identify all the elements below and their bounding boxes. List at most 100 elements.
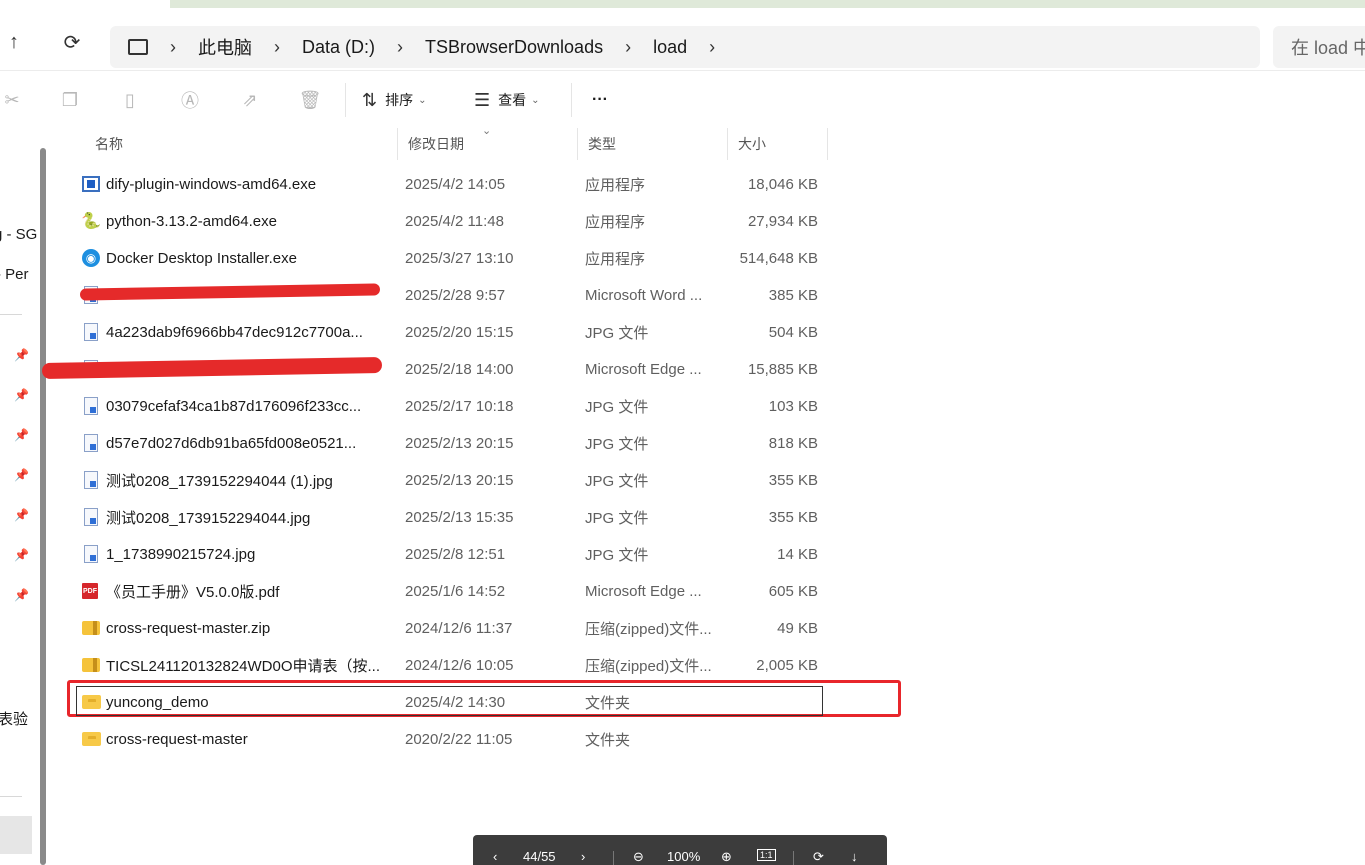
sidebar-item-label[interactable]: g - SG bbox=[0, 226, 37, 243]
file-size: 18,046 KB bbox=[747, 176, 818, 193]
file-name: 测试0208_1739152294044 (1).jpg bbox=[106, 473, 333, 490]
search-input[interactable]: 在 load 中 bbox=[1273, 26, 1365, 68]
chevron-right-icon[interactable]: › bbox=[709, 37, 715, 58]
row-focus-outline bbox=[76, 686, 823, 716]
file-size: 818 KB bbox=[768, 435, 818, 452]
file-size: 2,005 KB bbox=[756, 657, 818, 674]
table-row[interactable]: d57e7d027d6db91ba65fd008e0521... 2025/2/1… bbox=[72, 425, 822, 462]
table-row[interactable]: dify-plugin-windows-amd64.exe 2025/4/2 14… bbox=[72, 166, 822, 203]
file-type: 压缩(zipped)文件... bbox=[585, 658, 712, 675]
file-list: 名称 修改日期 ⌄ 类型 大小 dify-plugin-windows-amd6… bbox=[50, 125, 1365, 865]
window-top-strip bbox=[170, 0, 1365, 8]
file-date: 2020/2/22 11:05 bbox=[405, 731, 513, 748]
chevron-right-icon[interactable]: › bbox=[274, 37, 280, 58]
file-name: cross-request-master.zip bbox=[106, 620, 271, 637]
file-type: JPG 文件 bbox=[585, 325, 649, 342]
table-row[interactable]: 4a223dab9f6966bb47dec912c7700a... 2025/2/… bbox=[72, 314, 822, 351]
paste-icon[interactable]: ▯ bbox=[118, 88, 142, 112]
table-row[interactable]: ◉ Docker Desktop Installer.exe 2025/3/27 1… bbox=[72, 240, 822, 277]
file-type: JPG 文件 bbox=[585, 399, 649, 416]
column-header-type[interactable]: 类型 bbox=[578, 128, 728, 160]
file-name: 《员工手册》V5.0.0版.pdf bbox=[106, 584, 280, 601]
file-type: JPG 文件 bbox=[585, 436, 649, 453]
page-indicator: 44/55 bbox=[523, 849, 556, 864]
file-size: 514,648 KB bbox=[739, 250, 818, 267]
rename-icon[interactable]: Ⓐ bbox=[178, 88, 202, 112]
next-page-icon[interactable]: › bbox=[581, 849, 585, 864]
file-size: 355 KB bbox=[768, 472, 818, 489]
table-row[interactable]: 测试0208_1739152294044.jpg 2025/2/13 15:35 J… bbox=[72, 499, 822, 536]
table-row[interactable]: 测试0208_1739152294044 (1).jpg 2025/2/13 20… bbox=[72, 462, 822, 499]
pin-icon: 📌 bbox=[14, 588, 29, 602]
jpg-icon bbox=[84, 397, 98, 415]
file-name: 1_1738990215724.jpg bbox=[106, 546, 256, 563]
copy-icon[interactable]: ❐ bbox=[58, 88, 82, 112]
sidebar-item-label[interactable]: - Per bbox=[0, 266, 29, 283]
sidebar-divider bbox=[0, 314, 22, 315]
sidebar-item-label[interactable]: 表验 bbox=[0, 708, 28, 729]
view-label: 查看 bbox=[498, 92, 527, 108]
previous-page-icon[interactable]: ‹ bbox=[493, 849, 497, 864]
chevron-right-icon[interactable]: › bbox=[625, 37, 631, 58]
up-arrow-icon[interactable]: ↑ bbox=[0, 28, 28, 56]
file-type: JPG 文件 bbox=[585, 547, 649, 564]
python-installer-icon: 🐍 bbox=[81, 213, 101, 230]
file-date: 2025/2/28 9:57 bbox=[405, 287, 506, 304]
command-bar: ✂ ❐ ▯ Ⓐ ⇗ 🗑 ⇅ 排序 ⌄ ☰ 查看 ⌄ ··· bbox=[0, 70, 1365, 130]
exe-icon bbox=[82, 176, 100, 192]
file-date: 2025/2/13 20:15 bbox=[405, 435, 514, 452]
breadcrumb-item-load[interactable]: load bbox=[653, 37, 687, 58]
file-type: 文件夹 bbox=[585, 732, 631, 749]
refresh-icon[interactable]: ⟳ bbox=[58, 28, 86, 56]
view-button[interactable]: ☰ 查看 ⌄ bbox=[474, 87, 540, 113]
pin-icon: 📌 bbox=[14, 428, 29, 442]
computer-icon[interactable] bbox=[128, 39, 148, 55]
address-bar-area: ↑ ⟳ › 此电脑 › Data (D:) › TSBrowserDownloa… bbox=[0, 8, 1365, 70]
zoom-out-icon[interactable]: ⊖ bbox=[633, 849, 644, 865]
jpg-icon bbox=[84, 508, 98, 526]
file-type: 应用程序 bbox=[585, 214, 646, 231]
actual-size-icon[interactable]: 1:1 bbox=[757, 849, 776, 861]
file-size: 15,885 KB bbox=[747, 361, 818, 378]
file-name: python-3.13.2-amd64.exe bbox=[106, 213, 277, 230]
more-options-button[interactable]: ··· bbox=[592, 87, 608, 113]
column-header-size[interactable]: 大小 bbox=[728, 128, 828, 160]
page-viewer-toolbar: ‹ 44/55 › ⊖ 100% ⊕ 1:1 ⟳ ↓ bbox=[473, 835, 887, 865]
file-type: 应用程序 bbox=[585, 251, 646, 268]
delete-icon[interactable]: 🗑 bbox=[298, 88, 322, 112]
sidebar-scrollbar[interactable] bbox=[40, 148, 46, 865]
chevron-right-icon[interactable]: › bbox=[397, 37, 403, 58]
chevron-right-icon[interactable]: › bbox=[170, 37, 176, 58]
pager-divider bbox=[793, 851, 794, 865]
zoom-level: 100% bbox=[667, 849, 701, 864]
file-name: TICSL241120132824WD0O申请表（按... bbox=[106, 658, 381, 675]
table-row[interactable]: cross-request-master.zip 2024/12/6 11:37 压… bbox=[72, 610, 822, 647]
rotate-icon[interactable]: ⟳ bbox=[813, 849, 824, 865]
file-date: 2025/4/2 14:05 bbox=[405, 176, 506, 193]
breadcrumb-item-tsbrowserdownloads[interactable]: TSBrowserDownloads bbox=[425, 37, 603, 58]
sort-button[interactable]: ⇅ 排序 ⌄ bbox=[362, 87, 426, 113]
table-row[interactable]: 03079cefaf34ca1b87d176096f233cc... 2025/2… bbox=[72, 388, 822, 425]
jpg-icon bbox=[84, 434, 98, 452]
file-name: cross-request-master bbox=[106, 731, 248, 748]
zip-icon bbox=[82, 621, 100, 635]
table-row[interactable]: TICSL241120132824WD0O申请表（按... 2024/12/6 1… bbox=[72, 647, 822, 684]
breadcrumb-item-data-drive[interactable]: Data (D:) bbox=[302, 37, 375, 58]
share-icon[interactable]: ⇗ bbox=[238, 88, 262, 112]
jpg-icon bbox=[84, 545, 98, 563]
cut-icon[interactable]: ✂ bbox=[0, 88, 24, 112]
column-header-name[interactable]: 名称 bbox=[85, 128, 398, 160]
breadcrumb-item-this-pc[interactable]: 此电脑 bbox=[198, 34, 252, 60]
table-row[interactable]: PDF 《员工手册》V5.0.0版.pdf 2025/1/6 14:52 Micros… bbox=[72, 573, 822, 610]
file-size: 355 KB bbox=[768, 509, 818, 526]
pin-icon: 📌 bbox=[14, 388, 29, 402]
table-row[interactable]: 1_1738990215724.jpg 2025/2/8 12:51 JPG 文件 1… bbox=[72, 536, 822, 573]
table-row[interactable]: 🐍 python-3.13.2-amd64.exe 2025/4/2 11:48 应用… bbox=[72, 203, 822, 240]
zoom-in-icon[interactable]: ⊕ bbox=[721, 849, 732, 865]
file-date: 2024/12/6 11:37 bbox=[405, 620, 513, 637]
file-name: 测试0208_1739152294044.jpg bbox=[106, 510, 311, 527]
download-icon[interactable]: ↓ bbox=[851, 849, 858, 864]
sidebar-selected-item[interactable] bbox=[0, 816, 32, 854]
breadcrumb[interactable]: › 此电脑 › Data (D:) › TSBrowserDownloads ›… bbox=[110, 26, 1260, 68]
table-row[interactable]: cross-request-master 2020/2/22 11:05 文件夹 bbox=[72, 721, 822, 758]
